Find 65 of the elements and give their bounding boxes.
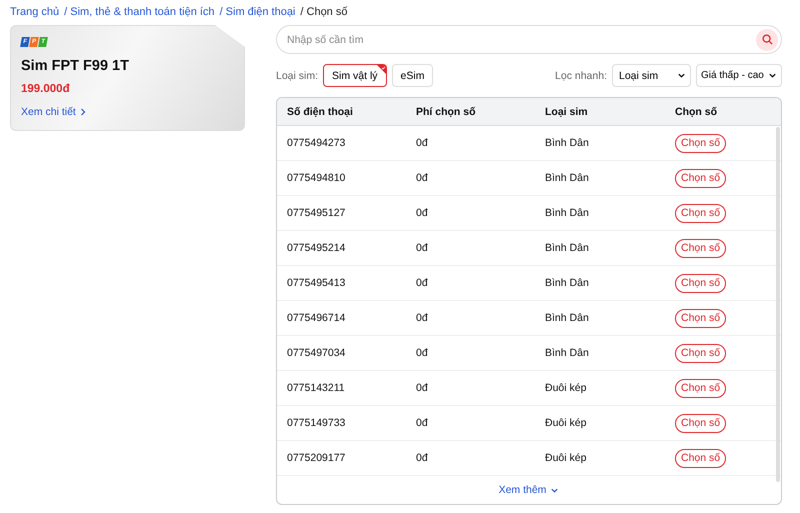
choose-number-button[interactable]: Chọn số [675, 308, 726, 328]
choose-number-button[interactable]: Chọn số [675, 344, 726, 362]
fee-cell-text: 0đ [416, 207, 429, 219]
check-corner-icon [376, 65, 386, 74]
fee-cell-text: 0đ [416, 382, 429, 394]
fee-cell-text: 0đ [416, 277, 429, 289]
phone-number: 0775209177 [287, 452, 346, 464]
phone-number: 0775494810 [287, 172, 346, 184]
choose-number-button[interactable]: Chọn số [675, 134, 726, 152]
filter-dropdown[interactable]: Giá thấp - cao [696, 64, 782, 87]
fee-cell-text: 0đ [416, 312, 429, 324]
chevron-down-icon [677, 71, 686, 80]
chevron-right-icon [80, 108, 86, 116]
search-field[interactable]: Nhập số cần tìm [276, 25, 782, 54]
sim-type-cell-text: Đuôi kép [545, 452, 588, 464]
sim-type-cell-text: Đuôi kép [545, 382, 588, 394]
breadcrumb-link[interactable]: / Sim, thẻ & thanh toán tiện ích [64, 6, 215, 18]
phone-number: 0775495127 [287, 207, 346, 219]
choose-number-button[interactable]: Chọn số [675, 378, 726, 398]
sim-type-cell-text: Bình Dân [545, 172, 590, 184]
details-link[interactable]: Xem chi tiết [21, 106, 86, 118]
sim-type-cell-text: Bình Dân [545, 347, 590, 359]
sim-type-cell-text: Bình Dân [545, 207, 590, 219]
fee-cell-text: 0đ [416, 417, 429, 429]
breadcrumb-link[interactable]: Trang chủ [10, 6, 60, 18]
choose-number-button[interactable]: Chọn số [675, 204, 726, 222]
fee-cell-text: 0đ [416, 242, 429, 254]
see-more-link[interactable]: Xem thêm [498, 484, 560, 496]
breadcrumb-link[interactable]: / Chọn số [300, 6, 348, 18]
sim-type-cell-text: Bình Dân [545, 312, 590, 324]
choose-number-button[interactable]: Chọn số [675, 274, 726, 292]
phone-number: 0775495413 [287, 277, 346, 289]
filter-dropdown[interactable]: Loại sim [612, 64, 691, 87]
phone-number: 0775497034 [287, 347, 346, 359]
fee-cell-text: 0đ [416, 347, 429, 359]
choose-number-button[interactable]: Chọn số [675, 448, 726, 468]
fee-cell-text: 0đ [416, 452, 429, 464]
fee-cell-text: 0đ [416, 172, 429, 184]
column-header: Loại sim [545, 106, 589, 118]
sim-type-cell-text: Đuôi kép [545, 417, 588, 429]
column-header: Chọn số [675, 106, 718, 118]
chevron-down-icon [768, 71, 777, 80]
phone-number: 0775495214 [287, 242, 346, 254]
fee-cell-text: 0đ [416, 137, 429, 149]
phone-number: 0775143211 [287, 382, 346, 394]
phone-number: 0775494273 [287, 137, 346, 149]
sim-type-option[interactable]: eSim [392, 64, 434, 87]
scrollbar[interactable] [776, 127, 780, 482]
column-header: Số điện thoại [287, 106, 354, 118]
choose-number-button[interactable]: Chọn số [675, 414, 726, 432]
choose-number-button[interactable]: Chọn số [675, 168, 726, 188]
sim-type-option[interactable]: Sim vật lý [323, 64, 387, 87]
sim-type-cell-text: Bình Dân [545, 277, 590, 289]
phone-number: 0775149733 [287, 417, 346, 429]
column-header: Phí chọn số [416, 106, 477, 118]
choose-number-button[interactable]: Chọn số [675, 238, 726, 258]
sim-type-cell-text: Bình Dân [545, 137, 590, 149]
filter-label: Lọc nhanh: [555, 70, 607, 82]
search-icon [762, 34, 772, 45]
product-name: Sim FPT F99 1T [21, 58, 129, 74]
phone-number: 0775496714 [287, 312, 346, 324]
breadcrumb-link[interactable]: / Sim điện thoại [220, 6, 296, 18]
product-price: 199.000đ [21, 83, 70, 95]
sim-type-cell-text: Bình Dân [545, 242, 590, 254]
filter-label: Loại sim: [276, 70, 318, 82]
